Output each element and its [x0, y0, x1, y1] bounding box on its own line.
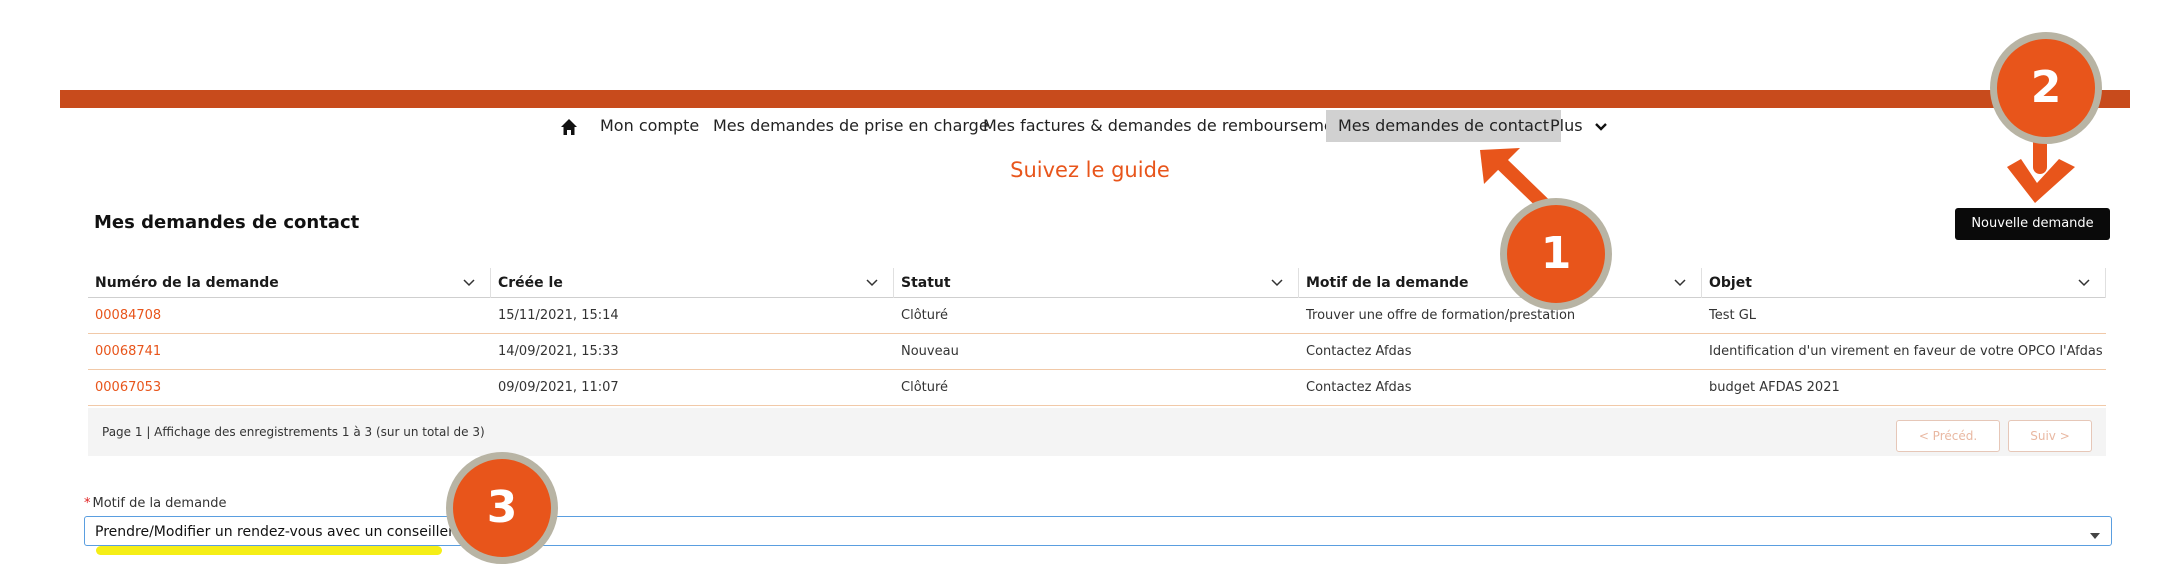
table-cell: Contactez Afdas [1306, 344, 1412, 359]
step-badge-2: 2 [1990, 32, 2102, 144]
table-cell: Trouver une offre de formation/prestatio… [1306, 308, 1576, 323]
column-header-label: Motif de la demande [1306, 275, 1469, 291]
nav-item-plus[interactable]: Plus [1550, 110, 1608, 142]
table-cell: 15/11/2021, 15:14 [498, 308, 619, 323]
previous-page-button[interactable]: < Précéd. [1896, 420, 2000, 452]
brand-top-bar [60, 90, 2130, 108]
requests-table: Numéro de la demande Créée le Statut Mot… [88, 268, 2106, 406]
home-icon[interactable] [556, 114, 582, 140]
chevron-down-icon [865, 268, 879, 309]
nav-item-prise-en-charge[interactable]: Mes demandes de prise en charge [713, 110, 989, 142]
step-badge-1: 1 [1500, 198, 1612, 310]
chevron-down-icon [1673, 268, 1687, 309]
next-page-button[interactable]: Suiv > [2008, 420, 2092, 452]
main-nav: Mon compte Mes demandes de prise en char… [0, 110, 2180, 142]
chevron-down-icon [462, 268, 476, 309]
request-number-link[interactable]: 00067053 [88, 370, 491, 406]
column-header-label: Créée le [498, 275, 563, 291]
chevron-down-icon [1594, 111, 1608, 143]
chevron-down-icon [1270, 268, 1284, 309]
pagination-summary: Page 1 | Affichage des enregistrements 1… [102, 425, 485, 439]
motif-label-text: Motif de la demande [92, 496, 227, 511]
nav-item-demandes-contact[interactable]: Mes demandes de contact [1326, 110, 1561, 142]
column-header-statut[interactable]: Statut [894, 268, 1299, 298]
table-cell: 14/09/2021, 15:33 [498, 344, 619, 359]
column-header-label: Objet [1709, 275, 1752, 291]
column-header-motif[interactable]: Motif de la demande [1299, 268, 1702, 298]
table-cell: Clôturé [901, 380, 949, 395]
column-header-creee-le[interactable]: Créée le [491, 268, 894, 298]
page-title: Mes demandes de contact [94, 212, 360, 233]
table-row: 00084708 15/11/2021, 15:14 Clôturé Trouv… [88, 298, 2106, 334]
table-cell: Test GL [1709, 308, 1757, 323]
column-header-label: Statut [901, 275, 951, 291]
table-cell: 09/09/2021, 11:07 [498, 380, 619, 395]
caret-down-icon [2089, 526, 2101, 545]
new-request-button[interactable]: Nouvelle demande [1955, 208, 2110, 240]
table-cell: Nouveau [901, 344, 959, 359]
table-cell: Contactez Afdas [1306, 380, 1412, 395]
column-header-objet[interactable]: Objet [1702, 268, 2106, 298]
table-header: Numéro de la demande Créée le Statut Mot… [88, 268, 2106, 298]
required-mark: * [84, 496, 91, 511]
table-cell: budget AFDAS 2021 [1709, 380, 1840, 395]
column-header-numero[interactable]: Numéro de la demande [88, 268, 491, 298]
table-row: 00068741 14/09/2021, 15:33 Nouveau Conta… [88, 334, 2106, 370]
yellow-highlight-mark [96, 546, 442, 555]
nav-item-factures[interactable]: Mes factures & demandes de remboursement [983, 110, 1350, 142]
step-badge-3: 3 [446, 452, 558, 564]
request-number-link[interactable]: 00084708 [88, 298, 491, 334]
motif-select-value: Prendre/Modifier un rendez-vous avec un … [95, 524, 454, 540]
motif-field-label: * Motif de la demande [84, 496, 227, 511]
nav-item-mon-compte[interactable]: Mon compte [600, 110, 699, 142]
table-cell: Identification d'un virement en faveur d… [1709, 344, 2103, 359]
pagination-bar: Page 1 | Affichage des enregistrements 1… [88, 408, 2106, 456]
table-row: 00067053 09/09/2021, 11:07 Clôturé Conta… [88, 370, 2106, 406]
table-cell: Clôturé [901, 308, 949, 323]
request-number-link[interactable]: 00068741 [88, 334, 491, 370]
chevron-down-icon [2077, 268, 2091, 309]
motif-select[interactable]: Prendre/Modifier un rendez-vous avec un … [84, 516, 2112, 546]
column-header-label: Numéro de la demande [95, 275, 279, 291]
guide-title: Suivez le guide [1010, 158, 1170, 182]
nav-item-plus-label: Plus [1550, 116, 1583, 135]
